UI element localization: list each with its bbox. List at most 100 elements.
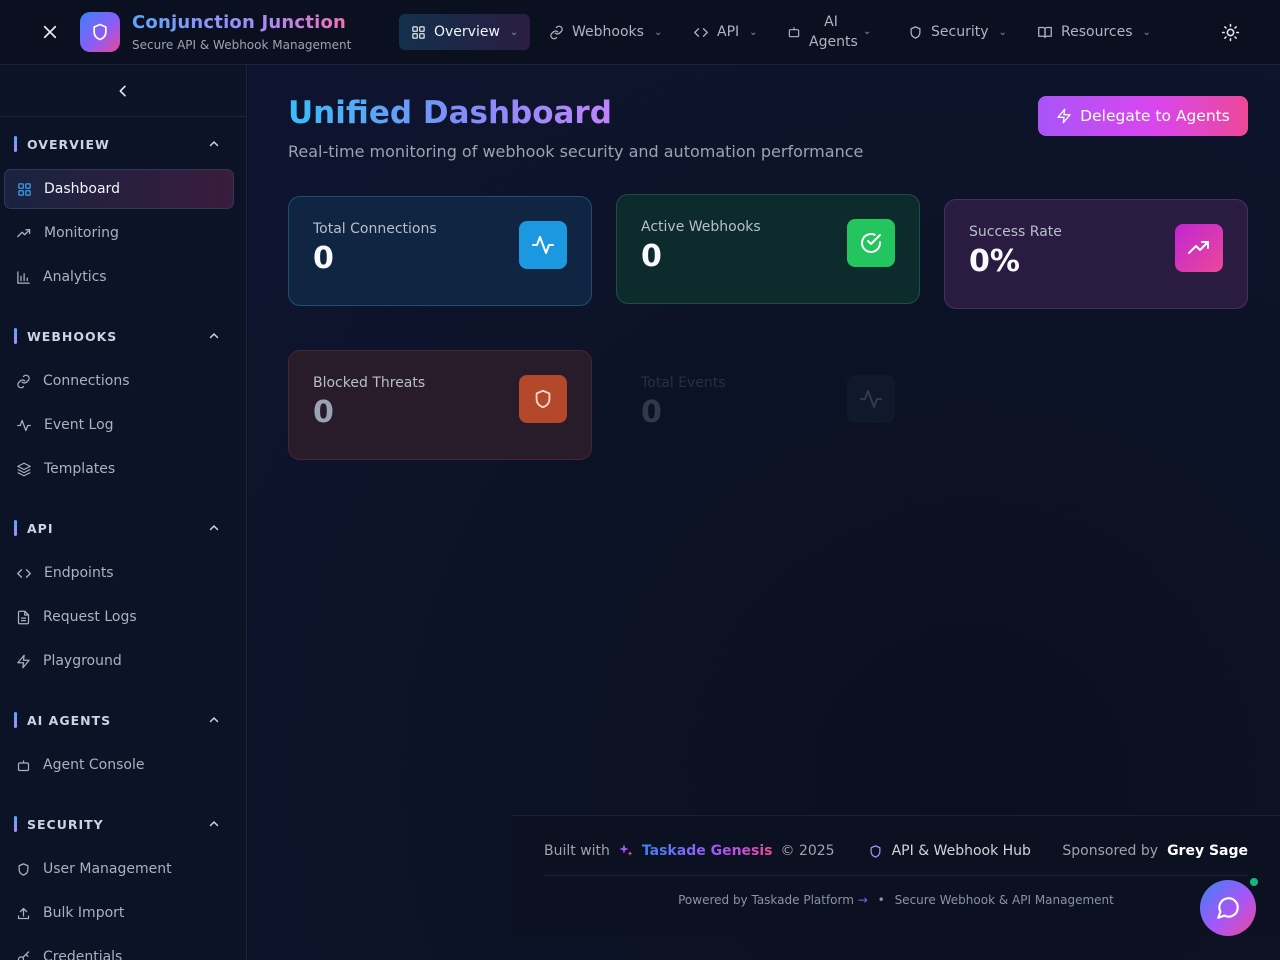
sidebar-item-label: Monitoring <box>44 225 119 241</box>
hub-label: API & Webhook Hub <box>891 843 1031 859</box>
nav-label: Webhooks <box>572 24 644 40</box>
powered-by-text: Powered by Taskade Platform <box>678 893 854 907</box>
sidebar-item-templates[interactable]: Templates <box>4 449 234 489</box>
app-subtitle: Secure API & Webhook Management <box>132 38 352 52</box>
sidebar-item-agent-console[interactable]: Agent Console <box>4 745 234 785</box>
footer-tagline: Secure Webhook & API Management <box>894 893 1114 907</box>
sidebar-item-playground[interactable]: Playground <box>4 641 234 681</box>
nav-label: Security <box>931 24 989 40</box>
book-icon <box>1038 26 1052 38</box>
nav-webhooks[interactable]: Webhooks ⌄ <box>537 14 674 50</box>
chevron-down-icon: ⌄ <box>863 26 872 37</box>
sidebar-item-dashboard[interactable]: Dashboard <box>4 169 234 209</box>
stat-card-success-rate: Success Rate 0% <box>944 199 1248 309</box>
chevron-down-icon: ⌄ <box>749 26 758 38</box>
chevron-down-icon: ⌄ <box>653 26 663 38</box>
trending-icon <box>17 228 31 237</box>
nav-overview[interactable]: Overview ⌄ <box>399 14 531 50</box>
stat-icon-tile <box>519 375 567 423</box>
page-subtitle: Real-time monitoring of webhook security… <box>288 142 864 161</box>
link-icon <box>550 25 563 39</box>
stat-card-total-connections: Total Connections 0 <box>288 196 592 306</box>
nav-security[interactable]: Security ⌄ <box>896 14 1019 50</box>
powered-by-link[interactable]: Powered by Taskade Platform → <box>678 893 868 907</box>
app-title: Conjunction Junction <box>132 12 347 33</box>
activity-icon <box>532 236 554 254</box>
sidebar-item-label: Endpoints <box>44 565 114 581</box>
sidebar-item-connections[interactable]: Connections <box>4 361 234 401</box>
sidebar-item-monitoring[interactable]: Monitoring <box>4 213 234 253</box>
sun-icon <box>1221 23 1239 41</box>
sidebar-section-overview[interactable]: OVERVIEW <box>14 132 234 156</box>
sidebar-item-label: Templates <box>44 461 116 477</box>
grid-icon <box>412 25 425 39</box>
footer-row: Built with Taskade Genesis © 2025 API & … <box>544 841 1248 861</box>
bot-icon <box>17 760 30 771</box>
section-accent-bar <box>14 520 17 536</box>
taskade-genesis-link[interactable]: Taskade Genesis <box>642 843 773 859</box>
sidebar-item-event-log[interactable]: Event Log <box>4 405 234 445</box>
sidebar-section-api[interactable]: API <box>14 516 234 540</box>
zap-icon <box>17 654 30 668</box>
sidebar-item-label: Bulk Import <box>43 905 125 921</box>
theme-toggle-button[interactable] <box>1216 18 1244 46</box>
sidebar-item-label: Event Log <box>44 417 114 433</box>
sidebar-item-user-management[interactable]: User Management <box>4 849 234 889</box>
section-accent-bar <box>14 816 17 832</box>
activity-icon <box>860 390 882 408</box>
stat-icon-tile <box>1175 224 1223 272</box>
grid-icon <box>18 182 31 196</box>
chevron-up-icon <box>209 716 219 723</box>
nav-label: API <box>717 24 740 40</box>
delegate-to-agents-button[interactable]: Delegate to Agents <box>1038 96 1248 136</box>
section-accent-bar <box>14 136 17 152</box>
footer-bullet: • <box>877 893 885 907</box>
delegate-label: Delegate to Agents <box>1080 107 1230 125</box>
built-with-text: Built with <box>544 843 610 859</box>
page-title: Unified Dashboard <box>288 95 612 131</box>
copyright-year: © 2025 <box>780 843 835 859</box>
sidebar-item-analytics[interactable]: Analytics <box>4 257 234 297</box>
trending-up-icon <box>1188 241 1209 254</box>
sidebar-section-security[interactable]: SECURITY <box>14 812 234 836</box>
sidebar-item-label: Credentials <box>43 949 123 960</box>
bot-icon <box>788 27 800 38</box>
sidebar-section-ai-agents[interactable]: AI AGENTS <box>14 708 234 732</box>
close-menu-button[interactable] <box>36 18 64 46</box>
link-icon <box>17 374 30 388</box>
upload-icon <box>17 907 30 919</box>
layers-icon <box>17 462 31 476</box>
sidebar-item-request-logs[interactable]: Request Logs <box>4 597 234 637</box>
sidebar-section-webhooks[interactable]: WEBHOOKS <box>14 324 234 348</box>
nav-api[interactable]: API ⌄ <box>681 14 770 50</box>
sidebar-item-bulk-import[interactable]: Bulk Import <box>4 893 234 933</box>
stat-icon-tile <box>847 375 895 423</box>
chevron-up-icon <box>209 332 219 339</box>
zap-icon <box>1057 108 1071 124</box>
shield-icon <box>93 23 107 41</box>
sidebar-item-label: Dashboard <box>44 181 120 197</box>
sidebar-item-endpoints[interactable]: Endpoints <box>4 553 234 593</box>
shield-icon <box>535 389 551 409</box>
file-icon <box>17 610 30 624</box>
shield-icon <box>910 25 921 39</box>
sponsor-link[interactable]: Grey Sage <box>1167 843 1248 859</box>
nav-ai-agents[interactable]: AI Agents ⌄ <box>775 12 883 52</box>
nav-label: Overview <box>434 24 500 40</box>
footer: Built with Taskade Genesis © 2025 API & … <box>512 815 1280 933</box>
collapse-sidebar-button[interactable] <box>109 77 137 105</box>
check-circle-icon <box>861 233 881 253</box>
chevron-down-icon: ⌄ <box>509 26 519 38</box>
nav-resources[interactable]: Resources ⌄ <box>1025 14 1163 50</box>
online-status-dot <box>1248 876 1260 888</box>
stat-icon-tile <box>847 219 895 267</box>
chevron-up-icon <box>209 524 219 531</box>
section-title: AI AGENTS <box>27 712 112 728</box>
bar-chart-icon <box>17 270 30 284</box>
chat-button[interactable] <box>1200 880 1256 936</box>
footer-divider <box>544 875 1248 876</box>
chevron-up-icon <box>209 820 219 827</box>
app-logo[interactable] <box>80 12 120 52</box>
section-title: WEBHOOKS <box>27 328 118 344</box>
sidebar-item-credentials[interactable]: Credentials <box>4 937 234 960</box>
